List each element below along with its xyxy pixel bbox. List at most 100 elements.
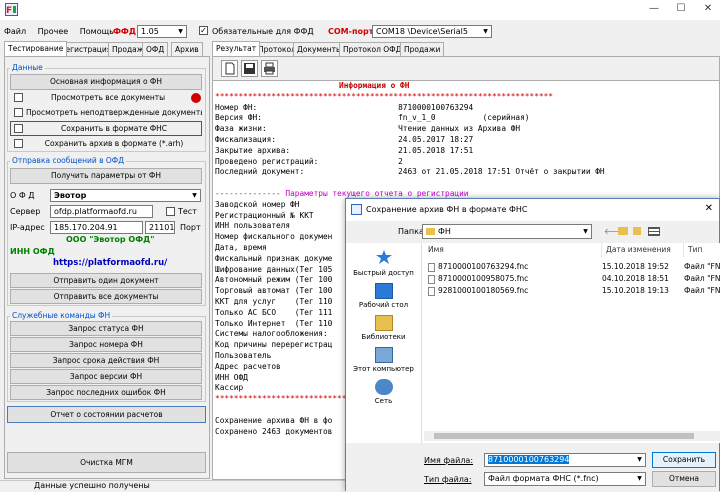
fn-number-button[interactable]: Запрос номера ФН bbox=[10, 337, 202, 352]
save-fns-checkbox[interactable] bbox=[14, 124, 23, 133]
desktop-icon bbox=[374, 283, 393, 299]
port-label: Порт bbox=[180, 223, 201, 232]
menu-help[interactable]: Помощь bbox=[80, 27, 114, 36]
file-row[interactable]: 8710000100958075.fnc 04.10.2018 18:51 Фа… bbox=[428, 273, 720, 284]
menu-file[interactable]: Файл bbox=[4, 27, 26, 36]
chevron-down-icon: ▼ bbox=[178, 28, 183, 35]
places-bar: Быстрый доступ Рабочий стол Библиотеки Э… bbox=[346, 243, 422, 443]
settlement-report-button[interactable]: Отчет о состоянии расчетов bbox=[7, 406, 206, 423]
ofd-group-label: Отправка сообщений в ОФД bbox=[10, 156, 127, 166]
up-folder-icon[interactable] bbox=[618, 227, 628, 235]
save-arh-button[interactable]: Сохранить архив в формате (*.arh) bbox=[26, 137, 202, 151]
port-input[interactable]: 21101 bbox=[145, 221, 175, 234]
tab-sales-right[interactable]: Продажи bbox=[400, 42, 445, 56]
save-fns-button[interactable]: Сохранить в формате ФНС bbox=[27, 122, 201, 135]
file-icon bbox=[428, 262, 435, 272]
status-text: Данные успешно получены bbox=[34, 481, 150, 490]
log-line: Версия ФН: fn_v_1_0 (серийная) bbox=[215, 113, 530, 123]
view-all-button[interactable]: Просмотреть все документы bbox=[26, 91, 190, 105]
column-header-type[interactable]: Тип bbox=[684, 243, 720, 257]
ofd-url-link[interactable]: https://platformaofd.ru/ bbox=[53, 258, 167, 268]
save-fns-row: Сохранить в формате ФНС bbox=[10, 121, 202, 136]
result-toolbar bbox=[212, 56, 720, 80]
server-input[interactable]: ofdp.platformaofd.ru bbox=[50, 205, 153, 218]
log-line: Закрытие архива: 21.05.2018 17:51 bbox=[215, 145, 474, 155]
dialog-title-bar: Сохранение архив ФН в формате ФНС ✕ bbox=[346, 199, 719, 221]
maximize-button[interactable]: ☐ bbox=[667, 0, 695, 18]
print-icon bbox=[264, 62, 275, 75]
log-line: Фискализация: 24.05.2017 18:27 bbox=[215, 134, 474, 144]
fn-info-button[interactable]: Основная информация о ФН bbox=[10, 74, 202, 90]
app-logo-icon: F bbox=[5, 3, 18, 16]
place-libraries[interactable]: Библиотеки bbox=[346, 315, 421, 341]
filetype-select[interactable]: Файл формата ФНС (*.fnc) ▼ bbox=[484, 472, 646, 486]
ofd-select[interactable]: Эвотор ▼ bbox=[50, 189, 201, 202]
fn-status-button[interactable]: Запрос статуса ФН bbox=[10, 321, 202, 336]
print-button[interactable] bbox=[261, 60, 278, 77]
send-one-button[interactable]: Отправить один документ bbox=[10, 273, 202, 288]
column-header-name[interactable]: Имя bbox=[424, 243, 602, 257]
new-doc-button[interactable] bbox=[221, 60, 238, 77]
menu-bar: Файл Прочее Помощь bbox=[4, 26, 123, 38]
menu-other[interactable]: Прочее bbox=[38, 27, 69, 36]
tab-archive[interactable]: Архив bbox=[171, 42, 203, 56]
com-port-label: COM-порт bbox=[328, 27, 374, 36]
tab-documents[interactable]: Документы bbox=[293, 42, 346, 56]
close-button[interactable]: ✕ bbox=[694, 0, 720, 18]
tab-ofd[interactable]: ОФД bbox=[142, 42, 169, 56]
column-header-date[interactable]: Дата изменения bbox=[602, 243, 684, 257]
dialog-save-button[interactable]: Сохранить bbox=[652, 452, 716, 468]
star-icon bbox=[375, 250, 392, 264]
network-icon bbox=[374, 379, 393, 395]
view-unconfirmed-checkbox[interactable] bbox=[14, 108, 23, 117]
mandatory-checkbox[interactable]: ✓ bbox=[199, 26, 208, 35]
save-arh-row: Сохранить архив в формате (*.arh) bbox=[10, 137, 202, 151]
tab-result[interactable]: Результат bbox=[212, 41, 261, 56]
com-port-select[interactable]: COM18 \Device\Serial5 ▼ bbox=[372, 25, 492, 38]
send-all-button[interactable]: Отправить все документы bbox=[10, 289, 202, 304]
file-row[interactable]: 9281000100180569.fnc 15.10.2018 19:13 Фа… bbox=[428, 285, 720, 296]
folder-select[interactable]: ФН ▼ bbox=[422, 224, 592, 239]
filename-input[interactable]: 8710000100763294 ▼ bbox=[484, 453, 646, 467]
chevron-down-icon: ▼ bbox=[637, 456, 642, 463]
log-line: Последний документ: 2463 от 21.05.2018 1… bbox=[215, 167, 605, 177]
ip-input[interactable]: 185.170.204.91 bbox=[50, 221, 143, 234]
ffd-select[interactable]: 1.05 ▼ bbox=[137, 25, 187, 38]
place-quick-access[interactable]: Быстрый доступ bbox=[346, 249, 421, 277]
tab-ofd-protocol[interactable]: Протокол ОФД bbox=[339, 42, 406, 56]
file-row[interactable]: 8710000100763294.fnc 15.10.2018 19:52 Фа… bbox=[428, 261, 720, 272]
place-network[interactable]: Сеть bbox=[346, 379, 421, 405]
dialog-bottom: Имя файла: 8710000100763294 ▼ Тип файла:… bbox=[346, 443, 719, 492]
service-group-label: Служебные команды ФН bbox=[10, 311, 113, 321]
new-folder-icon[interactable] bbox=[633, 227, 643, 235]
save-doc-button[interactable] bbox=[241, 60, 258, 77]
scroll-thumb[interactable] bbox=[434, 433, 694, 439]
minimize-button[interactable]: — bbox=[640, 0, 668, 18]
save-arh-checkbox[interactable] bbox=[14, 139, 23, 148]
title-bar: F — ☐ ✕ bbox=[0, 0, 720, 20]
test-checkbox[interactable] bbox=[166, 207, 175, 216]
dialog-cancel-button[interactable]: Отмена bbox=[652, 471, 716, 487]
horizontal-scrollbar[interactable] bbox=[424, 431, 720, 441]
tab-testing[interactable]: Тестирование bbox=[4, 41, 68, 56]
dialog-close-button[interactable]: ✕ bbox=[705, 203, 713, 214]
fn-version-button[interactable]: Запрос версии ФН bbox=[10, 369, 202, 384]
clear-mgm-button[interactable]: Очистка МГМ bbox=[7, 452, 206, 473]
stop-icon bbox=[191, 93, 201, 103]
log-line: Проведено регистраций: 2 bbox=[215, 156, 403, 166]
place-this-pc[interactable]: Этот компьютер bbox=[346, 347, 421, 373]
place-desktop[interactable]: Рабочий стол bbox=[346, 283, 421, 309]
get-params-button[interactable]: Получить параметры от ФН bbox=[10, 168, 202, 184]
ffd-label: ФФД bbox=[113, 27, 136, 36]
log-stars: ****************************************… bbox=[215, 91, 553, 101]
file-list: Имя Дата изменения Тип 8710000100763294.… bbox=[424, 243, 720, 443]
view-menu-icon[interactable] bbox=[648, 227, 660, 236]
app-logo-icon bbox=[351, 204, 362, 215]
fn-validity-button[interactable]: Запрос срока действия ФН bbox=[10, 353, 202, 368]
view-unconfirmed-button[interactable]: Просмотреть неподтвержденные документы bbox=[26, 106, 202, 120]
ofd-company-name: ООО "Эвотор ОФД" bbox=[66, 235, 155, 244]
test-label: Тест bbox=[178, 207, 197, 216]
chevron-down-icon: ▼ bbox=[637, 475, 642, 482]
fn-errors-button[interactable]: Запрос последних ошибок ФН bbox=[10, 385, 202, 400]
view-all-checkbox[interactable] bbox=[14, 93, 23, 102]
